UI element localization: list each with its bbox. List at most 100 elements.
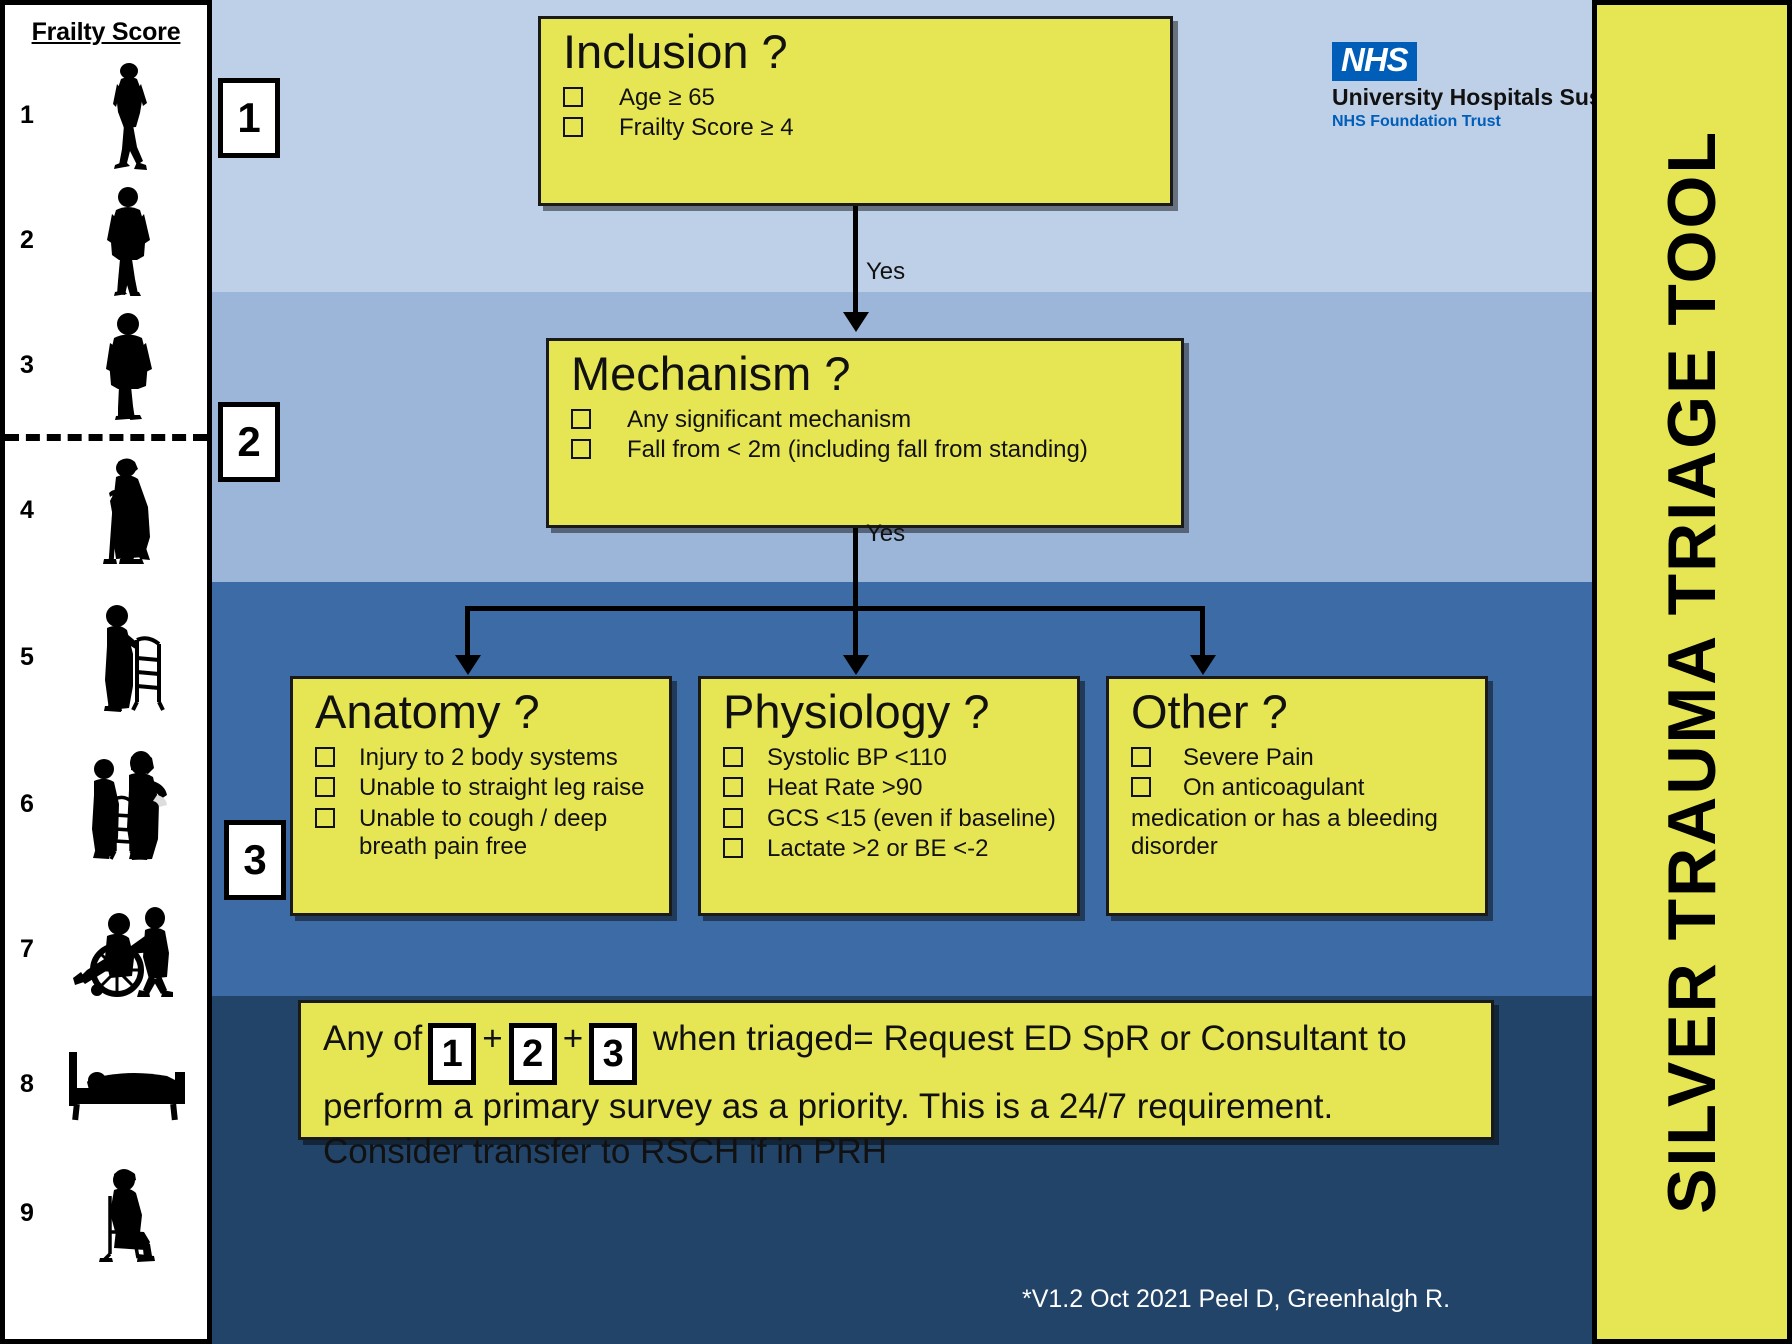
physiology-title: Physiology ?: [723, 685, 990, 738]
criterion-label: Fall from < 2m (including fall from stan…: [627, 436, 1088, 464]
inclusion-criterion: Age ≥ 65: [563, 84, 1170, 112]
frailty-row-2: 2: [5, 178, 207, 303]
frailty-row-3: 3: [5, 303, 207, 428]
arrowhead-icon: [1190, 655, 1216, 675]
criterion-label: Any significant mechanism: [627, 406, 912, 434]
frailty-row-1: 1: [5, 53, 207, 178]
frailty-row-8: 8: [5, 1022, 207, 1147]
summary-plus-1: +: [482, 1019, 503, 1058]
physiology-criterion: Lactate >2 or BE <-2: [723, 835, 1077, 863]
checkbox-icon[interactable]: [1131, 747, 1151, 768]
physiology-criteria-list: Systolic BP <110 Heat Rate >90 GCS <15 (…: [701, 740, 1077, 862]
physiology-criterion: GCS <15 (even if baseline): [723, 805, 1077, 833]
standing-person-icon: [49, 307, 207, 425]
criterion-label: GCS <15 (even if baseline): [767, 804, 1056, 832]
mechanism-criteria-list: Any significant mechanism Fall from < 2m…: [549, 402, 1181, 464]
criterion-label: Frailty Score ≥ 4: [619, 114, 794, 142]
mechanism-title: Mechanism ?: [571, 347, 851, 400]
checkbox-icon[interactable]: [1131, 777, 1151, 798]
anatomy-criteria-list: Injury to 2 body systems Unable to strai…: [293, 740, 669, 860]
flowchart-canvas: NHS University Hospitals Sussex NHS Foun…: [212, 0, 1640, 1344]
checkbox-icon[interactable]: [563, 117, 583, 138]
checkbox-icon[interactable]: [723, 837, 743, 858]
yes-label-2: Yes: [866, 520, 906, 547]
summary-lead: Any of: [323, 1019, 423, 1058]
anatomy-title: Anatomy ?: [315, 685, 540, 738]
arrowhead-icon: [455, 655, 481, 675]
criterion-label: Severe Pain: [1183, 744, 1314, 772]
other-box: Other ? Severe Pain On anticoagulant med…: [1106, 676, 1488, 916]
criterion-label: Age ≥ 65: [619, 84, 715, 112]
checkbox-icon[interactable]: [571, 409, 591, 430]
step-badge-2: 2: [218, 402, 280, 482]
checkbox-icon[interactable]: [563, 87, 583, 108]
criterion-label: On anticoagulant: [1183, 774, 1365, 802]
summary-plus-2: +: [562, 1019, 584, 1058]
nhs-badge: NHS: [1332, 42, 1417, 81]
frailty-divider: [5, 434, 207, 441]
checkbox-icon[interactable]: [723, 807, 743, 828]
criterion-label: Systolic BP <110: [767, 744, 947, 772]
arrowhead-icon: [843, 655, 869, 675]
frailty-row-7: 7: [5, 887, 207, 1012]
inclusion-criterion: Frailty Score ≥ 4: [563, 114, 1170, 142]
criterion-label: Heat Rate >90: [767, 774, 923, 802]
frailty-row-5: 5: [5, 595, 207, 720]
checkbox-icon[interactable]: [315, 747, 335, 768]
walking-person-brisk-icon: [49, 57, 207, 175]
silver-trauma-triage-tool-poster: Frailty Score 1 2 3 4 5 6 7 8 9 NHS Univ…: [0, 0, 1792, 1344]
anatomy-criterion: Unable to cough / deep breath pain free: [315, 805, 669, 861]
connector-branch-physiology: [853, 606, 858, 661]
connector-branch-other: [1200, 606, 1205, 661]
mechanism-criterion: Fall from < 2m (including fall from stan…: [571, 436, 1181, 464]
frailty-number: 1: [20, 101, 34, 129]
connector-branch-anatomy: [465, 606, 470, 661]
other-title: Other ?: [1131, 685, 1288, 738]
anatomy-criterion: Injury to 2 body systems: [315, 744, 669, 772]
person-in-bed-icon: [49, 1026, 207, 1144]
frailty-number: 4: [20, 496, 34, 524]
physiology-criterion: Systolic BP <110: [723, 744, 1077, 772]
person-seated-icon: [49, 1155, 207, 1273]
frailty-score-list: 1 2 3 4 5 6 7 8 9: [5, 53, 207, 1276]
criterion-label: Unable to straight leg raise: [359, 774, 645, 802]
frailty-row-9: 9: [5, 1151, 207, 1276]
person-with-walker-icon: [49, 599, 207, 717]
connector-split-bar: [465, 606, 1205, 611]
checkbox-icon[interactable]: [571, 439, 591, 460]
checkbox-icon[interactable]: [723, 747, 743, 768]
physiology-box: Physiology ? Systolic BP <110 Heat Rate …: [698, 676, 1080, 916]
criterion-label: Unable to cough / deep breath pain free: [359, 804, 608, 860]
physiology-criterion: Heat Rate >90: [723, 774, 1077, 802]
checkbox-icon[interactable]: [723, 777, 743, 798]
other-criterion: Severe Pain: [1131, 744, 1485, 772]
summary-badge-3: 3: [589, 1023, 638, 1086]
inclusion-criteria-list: Age ≥ 65 Frailty Score ≥ 4: [541, 80, 1170, 142]
criterion-label: Injury to 2 body systems: [359, 744, 618, 772]
poster-side-title-text: SILVER TRAUMA TRIAGE TOOL: [1654, 130, 1730, 1214]
poster-side-title: SILVER TRAUMA TRIAGE TOOL: [1592, 0, 1792, 1344]
anatomy-criterion: Unable to straight leg raise: [315, 774, 669, 802]
anatomy-box: Anatomy ? Injury to 2 body systems Unabl…: [290, 676, 672, 916]
frailty-score-panel: Frailty Score 1 2 3 4 5 6 7 8 9: [0, 0, 212, 1344]
summary-badge-2: 2: [508, 1023, 557, 1086]
frailty-row-4: 4: [5, 448, 207, 573]
version-footnote: *V1.2 Oct 2021 Peel D, Greenhalgh R.: [1022, 1285, 1451, 1313]
inclusion-box: Inclusion ? Age ≥ 65 Frailty Score ≥ 4: [538, 16, 1173, 206]
frailty-number: 3: [20, 351, 34, 379]
frailty-number: 5: [20, 643, 34, 671]
frailty-number: 8: [20, 1070, 34, 1098]
summary-text: Any of 1 +2 +3 when triaged= Request ED SpR…: [323, 1017, 1469, 1175]
step-badge-1: 1: [218, 78, 280, 158]
arrowhead-icon: [843, 312, 869, 332]
person-assisted-walker-icon: [49, 746, 207, 864]
inclusion-title: Inclusion ?: [563, 25, 788, 78]
checkbox-icon[interactable]: [315, 807, 335, 828]
walking-person-icon: [49, 182, 207, 300]
criterion-label: Lactate >2 or BE <-2: [767, 834, 989, 862]
checkbox-icon[interactable]: [315, 777, 335, 798]
mechanism-criterion: Any significant mechanism: [571, 406, 1181, 434]
summary-badge-1: 1: [428, 1023, 477, 1086]
step-badge-3: 3: [224, 820, 286, 900]
connector-inclusion-to-mechanism: [853, 206, 858, 316]
